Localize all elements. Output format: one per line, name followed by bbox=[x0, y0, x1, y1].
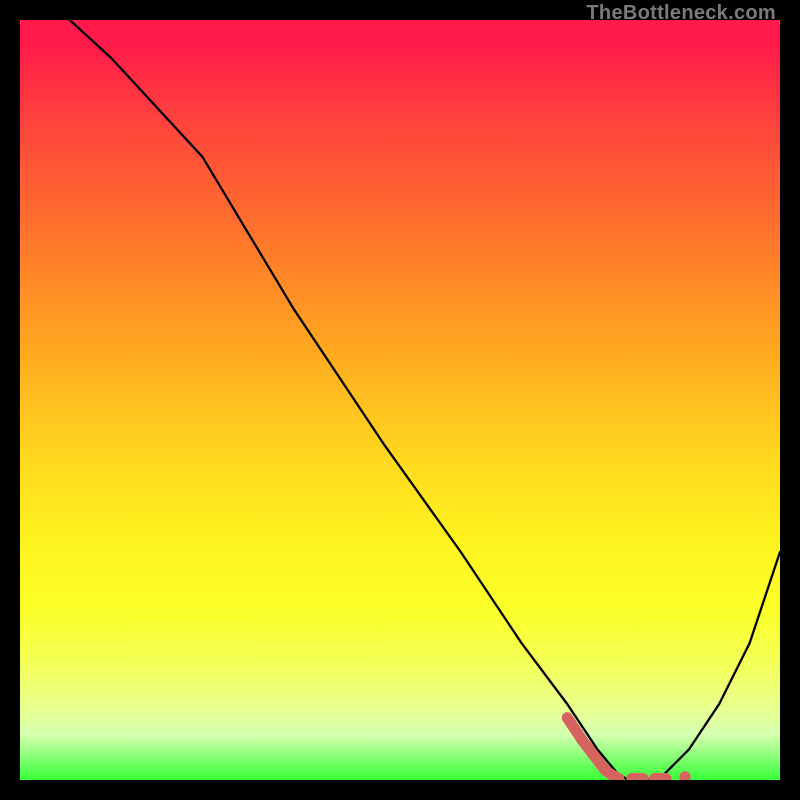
series-accent-elbow bbox=[567, 718, 619, 779]
point-accent-dot bbox=[679, 771, 690, 780]
chart-svg bbox=[20, 20, 780, 780]
series-main-curve bbox=[20, 20, 780, 780]
chart-frame: TheBottleneck.com bbox=[0, 0, 800, 800]
plot-area bbox=[20, 20, 780, 780]
